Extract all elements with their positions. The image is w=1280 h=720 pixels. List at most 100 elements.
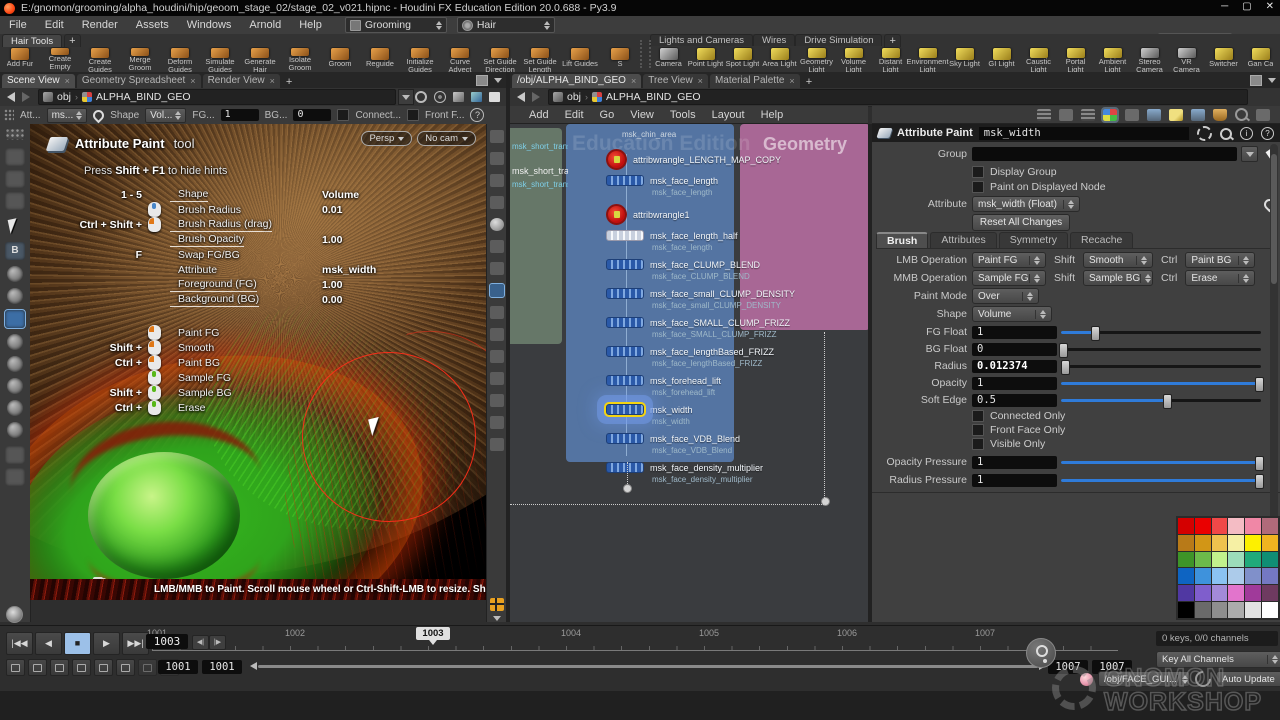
radial-menu-select[interactable]: Hair: [457, 17, 555, 33]
color-swatch[interactable]: [1228, 552, 1244, 568]
menu-item[interactable]: File: [0, 19, 36, 31]
lmb-op-select[interactable]: Paint FG: [972, 252, 1046, 268]
node-body[interactable]: [606, 175, 644, 186]
gear-icon[interactable]: [1197, 126, 1212, 141]
info-icon[interactable]: i: [1240, 127, 1253, 140]
export-icon[interactable]: [1256, 109, 1270, 121]
color-swatch[interactable]: [1212, 535, 1228, 551]
node-body[interactable]: [606, 462, 644, 473]
pane-tab[interactable]: Scene View: [2, 74, 75, 88]
shelf-tool[interactable]: Camera: [650, 47, 687, 72]
magnet-tool-icon[interactable]: [7, 400, 23, 416]
connected-only-checkbox[interactable]: [972, 410, 984, 422]
range-start-field[interactable]: 1001: [158, 660, 198, 674]
color-swatch[interactable]: [1228, 585, 1244, 601]
color-swatch[interactable]: [1245, 552, 1261, 568]
color-swatch[interactable]: [1195, 535, 1211, 551]
network-menu-item[interactable]: View: [623, 109, 661, 121]
network-node[interactable]: msk_width msk_width: [606, 403, 795, 429]
node-body[interactable]: [606, 259, 644, 270]
shelf-tool[interactable]: Simulate Guides: [200, 47, 240, 72]
pane-tab[interactable]: /obj/ALPHA_BIND_GEO: [512, 74, 641, 88]
prev-frame-button[interactable]: ◀|: [192, 635, 209, 650]
color-swatch[interactable]: [1212, 602, 1228, 618]
color-swatch[interactable]: [1245, 602, 1261, 618]
param-tab[interactable]: Recache: [1070, 232, 1133, 248]
pane-tab[interactable]: Render View: [203, 74, 280, 88]
network-node[interactable]: msk_face_CLUMP_BLEND msk_face_CLUMP_BLEN…: [606, 258, 795, 284]
desktop-select[interactable]: Grooming: [345, 17, 447, 33]
shelf-tool[interactable]: Switcher: [1205, 47, 1242, 72]
color-swatch[interactable]: [1262, 602, 1278, 618]
select-tool-icon[interactable]: [5, 218, 25, 236]
range-slider-icon[interactable]: [116, 659, 135, 676]
soft-edge-slider[interactable]: [1061, 393, 1261, 407]
network-node[interactable]: attribwrangle_LENGTH_MAP_COPY: [606, 148, 795, 171]
network-node[interactable]: msk_face_SMALL_CLUMP_FRIZZ msk_face_SMAL…: [606, 316, 795, 342]
color-swatch[interactable]: [1245, 535, 1261, 551]
magnet-tool-icon[interactable]: [7, 378, 23, 394]
network-node[interactable]: msk_face_density_multiplier msk_face_den…: [606, 461, 795, 487]
shelf-tool[interactable]: Spot Light: [724, 47, 761, 72]
shelf-tool[interactable]: Generate Hair: [240, 47, 280, 72]
opacity-field[interactable]: 1: [972, 377, 1057, 390]
node-body[interactable]: [606, 204, 627, 225]
node-body[interactable]: [606, 375, 644, 386]
forward-icon[interactable]: [532, 92, 540, 102]
network-node[interactable]: msk_face_VDB_Blend msk_face_VDB_Blend: [606, 432, 795, 458]
search-icon[interactable]: [1235, 108, 1248, 121]
shelf-tab-add[interactable]: [884, 34, 900, 47]
color-swatch[interactable]: [1262, 552, 1278, 568]
shape-select[interactable]: Volume: [972, 306, 1052, 322]
forward-icon[interactable]: [22, 92, 30, 102]
close-button[interactable]: ✕: [1266, 1, 1274, 12]
color-swatch[interactable]: [1178, 568, 1194, 584]
paint-displayed-checkbox[interactable]: [972, 181, 984, 193]
reset-all-changes-button[interactable]: Reset All Changes: [972, 214, 1070, 231]
connect-checkbox[interactable]: [337, 109, 349, 121]
bg-float-slider[interactable]: [1061, 342, 1261, 356]
shelf-tab[interactable]: Wires: [753, 34, 795, 46]
mmb-ctrl-select[interactable]: Erase: [1185, 270, 1255, 286]
color-swatch[interactable]: [1262, 568, 1278, 584]
maximize-button[interactable]: ▢: [1242, 1, 1251, 12]
color-swatch[interactable]: [1212, 585, 1228, 601]
color-swatch[interactable]: [1212, 518, 1228, 534]
no-cam-select[interactable]: No cam: [417, 131, 476, 146]
color-swatch[interactable]: [1262, 585, 1278, 601]
recook-icon[interactable]: [1192, 668, 1215, 691]
node-name-field[interactable]: msk_width: [979, 127, 1189, 140]
opacity-slider[interactable]: [1061, 376, 1261, 390]
shelf-tool[interactable]: GI Light: [983, 47, 1020, 72]
gallery-icon[interactable]: [1213, 109, 1227, 121]
display-particles-icon[interactable]: [490, 284, 504, 297]
rotate-tool-icon[interactable]: [7, 288, 23, 304]
list-icon[interactable]: [1081, 109, 1095, 121]
scene-viewport[interactable]: Attribute Paint tool Press Shift + F1 to…: [30, 124, 486, 600]
grid-view-icon[interactable]: [1125, 109, 1139, 121]
network-menu-item[interactable]: Go: [593, 109, 622, 121]
color-swatch[interactable]: [1245, 518, 1261, 534]
shelf-tool[interactable]: Environment Light: [909, 47, 946, 72]
network-menu-item[interactable]: Add: [522, 109, 556, 121]
radius-pressure-field[interactable]: 1: [972, 474, 1057, 487]
stop-button[interactable]: ■: [64, 632, 91, 655]
network-editor[interactable]: Education Edition Geometry msk_short_tra…: [510, 124, 868, 622]
shelf-tab[interactable]: Lights and Cameras: [650, 34, 753, 46]
view-options-icon[interactable]: [490, 196, 504, 209]
range-slider[interactable]: [258, 665, 1038, 668]
scene-graph-icon[interactable]: [490, 152, 504, 165]
pane-tab-add[interactable]: [282, 76, 296, 88]
shelf-tool[interactable]: Area Light: [761, 47, 798, 72]
shelf-tool[interactable]: Gan Ca: [1242, 47, 1279, 72]
set-key-button[interactable]: [1026, 638, 1056, 668]
home-view-icon[interactable]: [5, 170, 25, 188]
shelf-tool[interactable]: Stereo Camera: [1131, 47, 1168, 72]
fg-float-field[interactable]: 1: [972, 326, 1057, 339]
network-menu-item[interactable]: Layout: [705, 109, 752, 121]
color-swatch[interactable]: [1178, 518, 1194, 534]
wireframe-icon[interactable]: [490, 394, 504, 407]
shelf-tab-add[interactable]: [64, 34, 80, 47]
strip-grip-icon[interactable]: [5, 128, 25, 140]
pane-tab[interactable]: Geometry Spreadsheet: [77, 74, 201, 88]
